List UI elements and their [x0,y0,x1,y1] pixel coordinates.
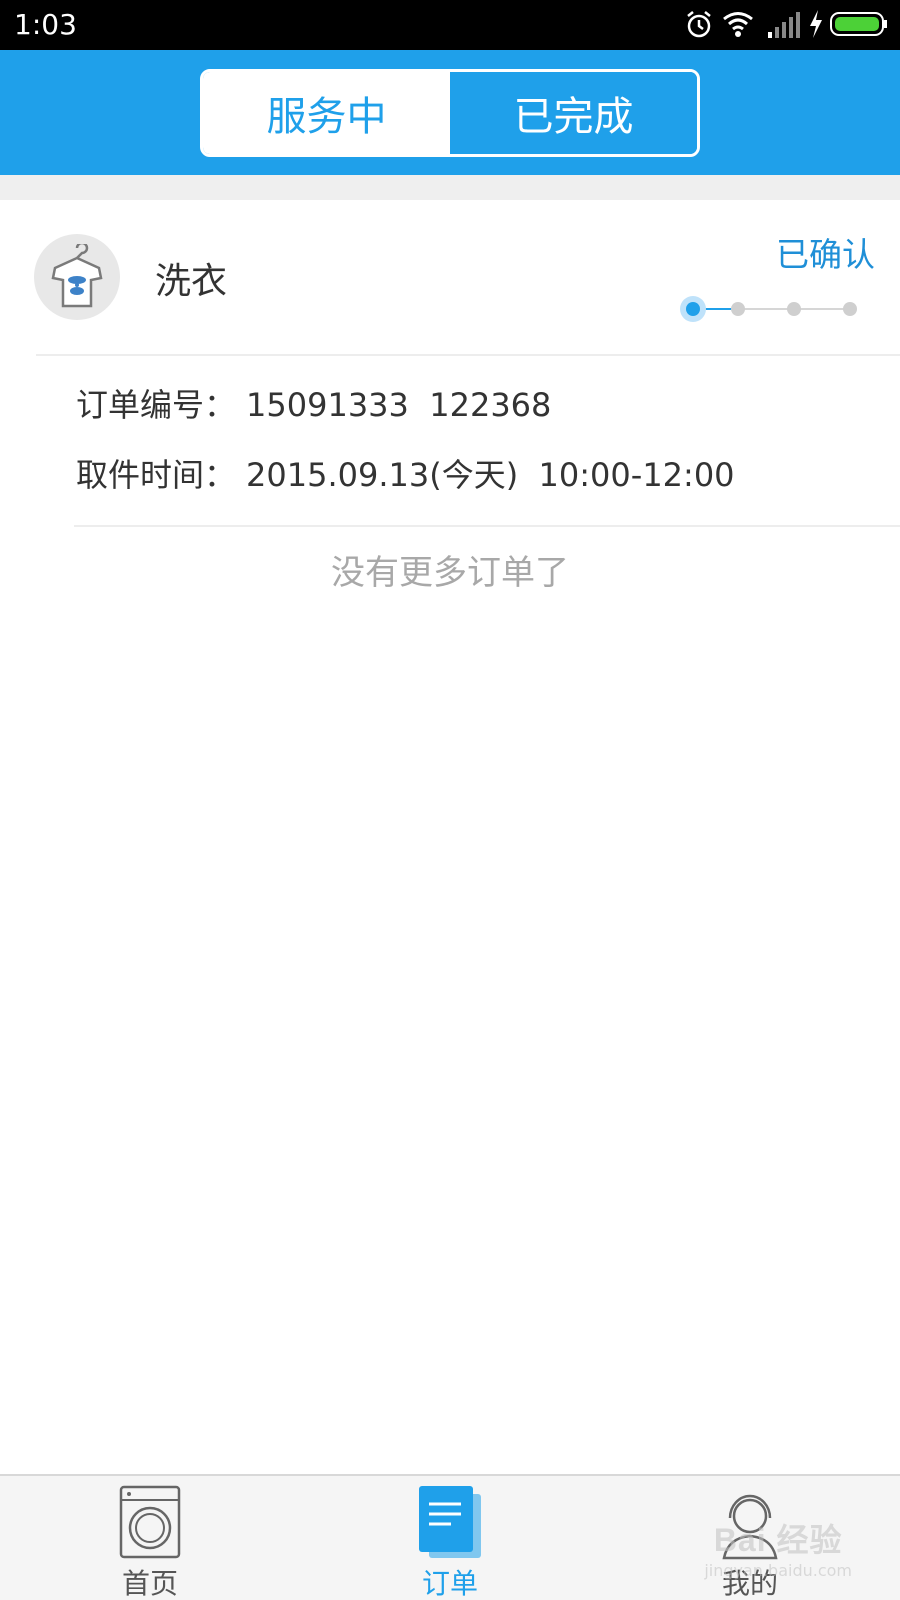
nav-label-orders: 订单 [421,1567,478,1600]
card-divider [36,354,900,356]
nav-item-home[interactable]: 首页 [50,1476,250,1600]
progress-step-4 [843,302,857,316]
progress-step-2 [731,302,745,316]
wifi-icon [723,12,753,37]
order-number-row: 订单编号： 15091333 122368 [76,380,551,426]
pickup-time-label: 取件时间： [76,456,237,494]
battery-icon [830,12,887,36]
list-divider [74,525,900,527]
tab-completed[interactable]: 已完成 [450,72,697,154]
order-status-label: 已确认 [776,235,875,274]
tshirt-hanger-icon [51,244,103,308]
nav-label-home: 首页 [121,1567,178,1600]
no-more-orders-text: 没有更多订单了 [331,553,569,593]
header: 服务中 已完成 [0,50,900,175]
order-card[interactable]: 洗衣 已确认 订单编号： 15091333 122368 取件时间： 2015.09… [0,200,900,600]
section-gap [0,175,900,200]
watermark-url: jingyan.baidu.com [704,1561,852,1580]
order-list-icon [419,1486,481,1558]
order-status-tabs: 服务中 已完成 [200,69,700,157]
service-avatar [34,234,120,320]
alarm-icon [687,11,711,38]
status-time: 1:03 [14,8,77,41]
pickup-time-value: 2015.09.13(今天) 10:00-12:00 [246,456,735,494]
washing-machine-icon [119,1485,181,1559]
order-progress [680,296,880,322]
watermark-brand: Bai 经验 [713,1522,843,1558]
progress-step-1 [680,296,706,322]
service-name: 洗衣 [155,261,228,302]
order-number-value: 15091333 122368 [246,386,552,424]
tab-in-service[interactable]: 服务中 [203,72,450,154]
signal-icon [768,12,800,38]
progress-step-3 [787,302,801,316]
nav-item-orders[interactable]: 订单 [350,1476,550,1600]
pickup-time-row: 取件时间： 2015.09.13(今天) 10:00-12:00 [76,450,735,496]
charging-icon [810,10,822,38]
order-number-label: 订单编号： [76,386,237,424]
status-bar: 1:03 [0,0,900,50]
baidu-watermark: Bai 经验 jingyan.baidu.com [704,1515,852,1580]
